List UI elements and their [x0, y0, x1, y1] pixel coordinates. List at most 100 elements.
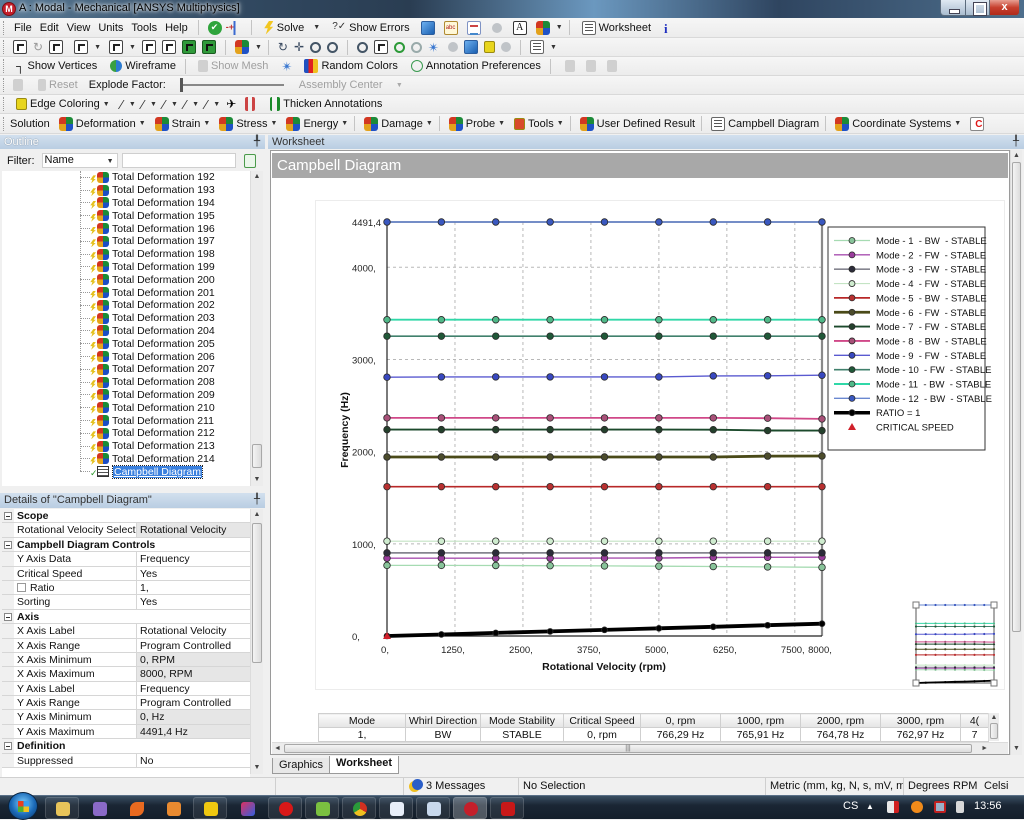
deformation-menu[interactable]: Deformation — [53, 117, 149, 131]
taskbar-app-calculator[interactable] — [416, 797, 450, 819]
data-point[interactable] — [764, 427, 771, 434]
refresh-filter-icon[interactable] — [244, 154, 256, 168]
restore-button[interactable] — [965, 0, 990, 16]
probe-menu[interactable]: Probe — [443, 117, 508, 131]
show-mesh-button[interactable]: Show Mesh — [192, 60, 271, 72]
scroll-right-icon[interactable] — [981, 743, 988, 754]
volume-icon[interactable] — [956, 801, 964, 813]
table-scrollbar-thumb[interactable] — [990, 723, 998, 739]
data-point[interactable] — [764, 550, 771, 557]
select-face-icon[interactable] — [182, 40, 196, 54]
column-header[interactable]: 3000, rpm — [881, 714, 961, 728]
messages-status[interactable]: 3 Messages — [404, 778, 519, 795]
data-point[interactable] — [384, 454, 391, 461]
details-row[interactable]: Y Axis RangeProgram Controlled — [2, 696, 250, 710]
commands-icon[interactable] — [970, 117, 984, 131]
display-style-icon[interactable] — [536, 21, 550, 35]
data-point[interactable] — [710, 483, 717, 490]
data-point[interactable] — [492, 219, 499, 226]
data-point[interactable] — [601, 454, 608, 461]
details-row[interactable]: Y Axis LabelFrequency — [2, 682, 250, 696]
label-icon[interactable] — [444, 21, 458, 35]
data-point[interactable] — [384, 426, 391, 433]
temperature-unit-status[interactable]: Celsi — [980, 778, 1024, 795]
tree-item[interactable]: Total Deformation 196 — [80, 222, 215, 235]
taskbar-app-visual-studio[interactable] — [82, 797, 116, 819]
column-header[interactable]: 4( — [961, 714, 989, 728]
solve-dropdown-icon[interactable] — [313, 24, 320, 31]
column-header[interactable]: 2000, rpm — [801, 714, 881, 728]
data-point[interactable] — [547, 538, 554, 545]
viewport-icon[interactable] — [530, 40, 544, 54]
data-point[interactable] — [819, 427, 826, 434]
scroll-left-icon[interactable] — [274, 743, 281, 754]
menu-file[interactable]: File — [10, 22, 36, 34]
data-point[interactable] — [601, 538, 608, 545]
details-row[interactable]: Critical SpeedYes — [2, 567, 250, 581]
data-point[interactable] — [438, 538, 445, 545]
data-point[interactable] — [384, 219, 391, 226]
data-point[interactable] — [764, 219, 771, 226]
tree-item[interactable]: Total Deformation 200 — [80, 273, 215, 286]
scroll-down-icon[interactable] — [251, 762, 263, 774]
scroll-up-icon[interactable] — [1011, 150, 1022, 162]
extend-selection-dropdown-icon[interactable] — [255, 44, 262, 51]
tree-item-campbell-diagram[interactable]: Campbell Diagram — [80, 465, 202, 478]
stress-menu[interactable]: Stress — [213, 117, 280, 131]
data-point[interactable] — [493, 630, 499, 636]
tree-item[interactable]: Total Deformation 193 — [80, 184, 215, 197]
details-section-axis[interactable]: Axis — [2, 610, 250, 624]
table-vertical-scrollbar[interactable] — [988, 713, 999, 741]
zoom-to-fit-icon[interactable] — [357, 42, 368, 53]
edge-style-2-dropdown-icon[interactable] — [171, 101, 178, 108]
xyz-coordinates-icon[interactable] — [49, 40, 63, 54]
column-header[interactable]: Mode Stability — [481, 714, 564, 728]
data-point[interactable] — [656, 454, 663, 461]
tree-item[interactable]: Total Deformation 206 — [80, 350, 215, 363]
scroll-up-icon[interactable] — [251, 509, 263, 521]
show-errors-button[interactable]: Show Errors — [326, 21, 412, 35]
tree-item[interactable]: Total Deformation 204 — [80, 325, 215, 338]
data-point[interactable] — [601, 426, 608, 433]
tree-item[interactable]: Total Deformation 205 — [80, 337, 215, 350]
selection-type-icon[interactable] — [74, 40, 88, 54]
tree-item[interactable]: Total Deformation 199 — [80, 261, 215, 274]
data-point[interactable] — [656, 333, 663, 340]
data-point[interactable] — [710, 415, 717, 422]
extend-selection-icon[interactable] — [235, 40, 249, 54]
clock[interactable]: 13:56 — [974, 800, 1002, 812]
data-point[interactable] — [764, 316, 771, 323]
thicken-annotations-button[interactable]: Thicken Annotations — [264, 97, 385, 111]
data-point[interactable] — [492, 374, 499, 381]
random-colors-button[interactable]: Random Colors — [298, 59, 400, 73]
toolbar-grip[interactable] — [3, 97, 6, 111]
data-point[interactable] — [492, 316, 499, 323]
data-point[interactable] — [710, 333, 717, 340]
scroll-down-icon[interactable] — [1011, 743, 1022, 755]
column-header[interactable]: 1000, rpm — [721, 714, 801, 728]
taskbar-app-acrobat-reader[interactable] — [490, 797, 524, 819]
solve-button[interactable]: Solve — [258, 21, 308, 35]
data-point[interactable] — [384, 550, 391, 557]
details-scrollbar-thumb[interactable] — [252, 523, 262, 663]
zoom-icon[interactable] — [310, 42, 321, 53]
taskbar-app-autodesk[interactable] — [193, 797, 227, 819]
data-point[interactable] — [601, 550, 608, 557]
campbell-diagram-button[interactable]: Campbell Diagram — [705, 117, 822, 131]
tab-graphics[interactable]: Graphics — [272, 758, 330, 774]
box-zoom-icon[interactable] — [327, 42, 338, 53]
column-header[interactable]: 0, rpm — [641, 714, 721, 728]
toolbar-grip[interactable] — [3, 78, 6, 92]
scroll-up-icon[interactable] — [989, 713, 999, 722]
tree-item[interactable]: Total Deformation 209 — [80, 389, 215, 402]
parameter-checkbox[interactable] — [17, 583, 26, 592]
thumbnail-resize-handle[interactable] — [913, 680, 919, 686]
data-point[interactable] — [819, 621, 825, 627]
data-point[interactable] — [819, 372, 826, 379]
tree-item[interactable]: Total Deformation 213 — [80, 440, 215, 453]
taskbar-app-messenger[interactable] — [305, 797, 339, 819]
tree-item[interactable]: Total Deformation 210 — [80, 401, 215, 414]
scroll-up-icon[interactable] — [251, 171, 263, 183]
tree-item[interactable]: Total Deformation 197 — [80, 235, 215, 248]
data-point[interactable] — [438, 562, 445, 569]
